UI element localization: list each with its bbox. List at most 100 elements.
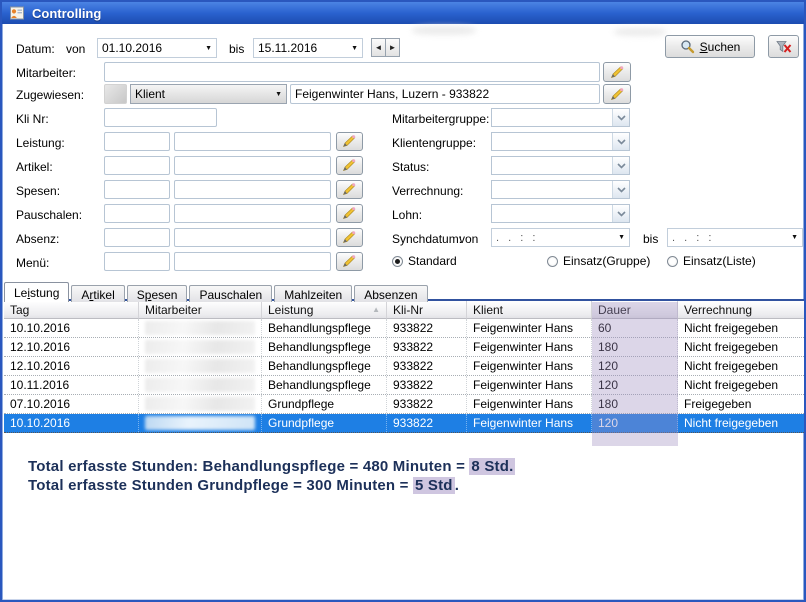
filter-code-input-menuu[interactable]	[104, 252, 170, 271]
cell-tag: 12.10.2016	[4, 357, 139, 375]
cell-leistung: Behandlungspflege	[262, 376, 387, 394]
pencil-icon	[342, 255, 357, 268]
column-header-mitarbeiter[interactable]: Mitarbeiter	[139, 301, 262, 319]
filter-combobox-mitarbeitergruppe[interactable]	[491, 108, 630, 127]
cell-kli_nr: 933822	[387, 357, 467, 375]
clear-filter-button[interactable]	[768, 35, 799, 58]
datum-von-combobox[interactable]: 01.10.2016 ▼	[97, 38, 217, 58]
filter-combobox-lohn[interactable]	[491, 204, 630, 223]
zugewiesen-icon	[104, 84, 127, 104]
redacted-text	[145, 378, 255, 392]
filter-combobox-status[interactable]	[491, 156, 630, 175]
tab-mahlzeiten[interactable]: Mahlzeiten	[274, 285, 352, 302]
pencil-icon	[342, 207, 357, 220]
table-row[interactable]: 10.11.2016Behandlungspflege933822Feigenw…	[4, 376, 806, 395]
filter-code-input-absenzu[interactable]	[104, 228, 170, 247]
tab-bar: LeistungArtikelSpesen Pauschalen Mahlzeite…	[4, 282, 430, 302]
redacted-text	[145, 340, 255, 354]
column-header-tag[interactable]: Tag	[4, 301, 139, 319]
tab-pauschalen[interactable]: Pauschalen	[189, 285, 272, 302]
pencil-icon	[342, 231, 357, 244]
table-row[interactable]: 10.10.2016Behandlungspflege933822Feigenw…	[4, 319, 806, 338]
cell-verrechnung: Nicht freigegeben	[678, 414, 806, 432]
filter-label-klientengruppe: Klientengruppe:	[392, 136, 476, 150]
filter-code-input-artikelu[interactable]	[104, 156, 170, 175]
column-header-label: Leistung	[268, 303, 313, 317]
tab-label: Pauschalen	[199, 288, 262, 302]
zugewiesen-type-combobox[interactable]: Klient ▼	[130, 84, 287, 104]
filter-code-input-pauschalenu[interactable]	[104, 204, 170, 223]
column-header-kli-nr[interactable]: Kli-Nr	[387, 301, 467, 319]
radio-label: Standard	[408, 254, 457, 268]
cell-dauer: 120	[592, 414, 678, 432]
cell-leistung: Grundpflege	[262, 395, 387, 413]
next-period-button[interactable]: ►	[385, 38, 400, 57]
synchdatum-von-value: . . : :	[496, 232, 538, 244]
cell-kli_nr: 933822	[387, 338, 467, 356]
datum-bis-combobox[interactable]: 15.11.2016 ▼	[253, 38, 363, 58]
filter-text-input-artikelu[interactable]	[174, 156, 331, 175]
filter-text-input-menuu[interactable]	[174, 252, 331, 271]
radio-label: Einsatz(Liste)	[683, 254, 756, 268]
total-grundpflege-line: Total erfasste Stunden Grundpflege = 300…	[28, 477, 459, 494]
synchdatum-bis-combobox[interactable]: . . : : ▼	[667, 228, 803, 247]
synchdatum-von-combobox[interactable]: . . : : ▼	[491, 228, 630, 247]
tab-leistung[interactable]: Leistung	[4, 282, 69, 302]
chevron-down-icon: ▼	[205, 45, 212, 52]
filter-code-input-spesenu[interactable]	[104, 180, 170, 199]
filter-text-input-absenzu[interactable]	[174, 228, 331, 247]
filter-code-input-leistungu[interactable]	[104, 132, 170, 151]
cell-dauer: 180	[592, 395, 678, 413]
column-header-leistung[interactable]: Leistung▲	[262, 301, 387, 319]
filter-label-lohn: Lohn:	[392, 208, 422, 222]
search-button[interactable]: Suchen	[665, 35, 755, 58]
filter-combobox-verrechnung[interactable]	[491, 180, 630, 199]
table-row[interactable]: 07.10.2016Grundpflege933822Feigenwinter …	[4, 395, 806, 414]
redacted-text	[145, 397, 255, 411]
table-row[interactable]: 12.10.2016Behandlungspflege933822Feigenw…	[4, 338, 806, 357]
filter-edit-button-menuu[interactable]	[336, 252, 363, 271]
zugewiesen-value-input[interactable]: Feigenwinter Hans, Luzern - 933822	[290, 84, 600, 104]
filter-label-spesenu: Spesen:	[16, 184, 60, 198]
filter-label-leistungu: Leistung:	[16, 136, 65, 150]
redacted-smudge	[412, 26, 476, 35]
search-icon	[680, 39, 695, 54]
mitarbeiter-edit-button[interactable]	[603, 62, 631, 82]
arrow-left-icon: ◄	[375, 43, 383, 52]
tab-spesen[interactable]: Spesen	[127, 285, 188, 302]
column-header-label: Tag	[10, 303, 29, 317]
pencil-icon	[610, 66, 625, 79]
tab-absenzen[interactable]: Absenzen	[354, 285, 427, 302]
redacted-text	[145, 321, 255, 335]
chevron-down-icon: ▼	[618, 234, 625, 241]
filter-text-input-spesenu[interactable]	[174, 180, 331, 199]
column-header-dauer[interactable]: Dauer	[592, 301, 678, 319]
kli-nr-input[interactable]	[104, 108, 217, 127]
radio-option-einsatz-liste-[interactable]: Einsatz(Liste)	[667, 254, 756, 268]
column-header-klient[interactable]: Klient	[467, 301, 592, 319]
tab-artikel[interactable]: Artikel	[71, 285, 124, 302]
radio-option-einsatz-gruppe-[interactable]: Einsatz(Gruppe)	[547, 254, 650, 268]
cell-tag: 07.10.2016	[4, 395, 139, 413]
table-row[interactable]: 10.10.2016Grundpflege933822Feigenwinter …	[4, 414, 806, 433]
filter-edit-button-leistungu[interactable]	[336, 132, 363, 151]
column-header-label: Verrechnung	[684, 303, 752, 317]
cell-verrechnung: Freigegeben	[678, 395, 806, 413]
cell-klient: Feigenwinter Hans	[467, 319, 592, 337]
filter-combobox-klientengruppe[interactable]	[491, 132, 630, 151]
column-header-verrechnung[interactable]: Verrechnung	[678, 301, 806, 319]
total-behandlungspflege-line: Total erfasste Stunden: Behandlungspfleg…	[28, 458, 515, 475]
filter-text-input-leistungu[interactable]	[174, 132, 331, 151]
table-row[interactable]: 12.10.2016Behandlungspflege933822Feigenw…	[4, 357, 806, 376]
zugewiesen-edit-button[interactable]	[603, 84, 631, 104]
synchdatum-von-label: von	[459, 232, 478, 246]
filter-edit-button-pauschalenu[interactable]	[336, 204, 363, 223]
filter-text-input-pauschalenu[interactable]	[174, 204, 331, 223]
filter-edit-button-spesenu[interactable]	[336, 180, 363, 199]
previous-period-button[interactable]: ◄	[371, 38, 386, 57]
mitarbeiter-input[interactable]	[104, 62, 600, 82]
radio-option-standard[interactable]: Standard	[392, 254, 457, 268]
cell-kli_nr: 933822	[387, 319, 467, 337]
filter-edit-button-artikelu[interactable]	[336, 156, 363, 175]
filter-edit-button-absenzu[interactable]	[336, 228, 363, 247]
